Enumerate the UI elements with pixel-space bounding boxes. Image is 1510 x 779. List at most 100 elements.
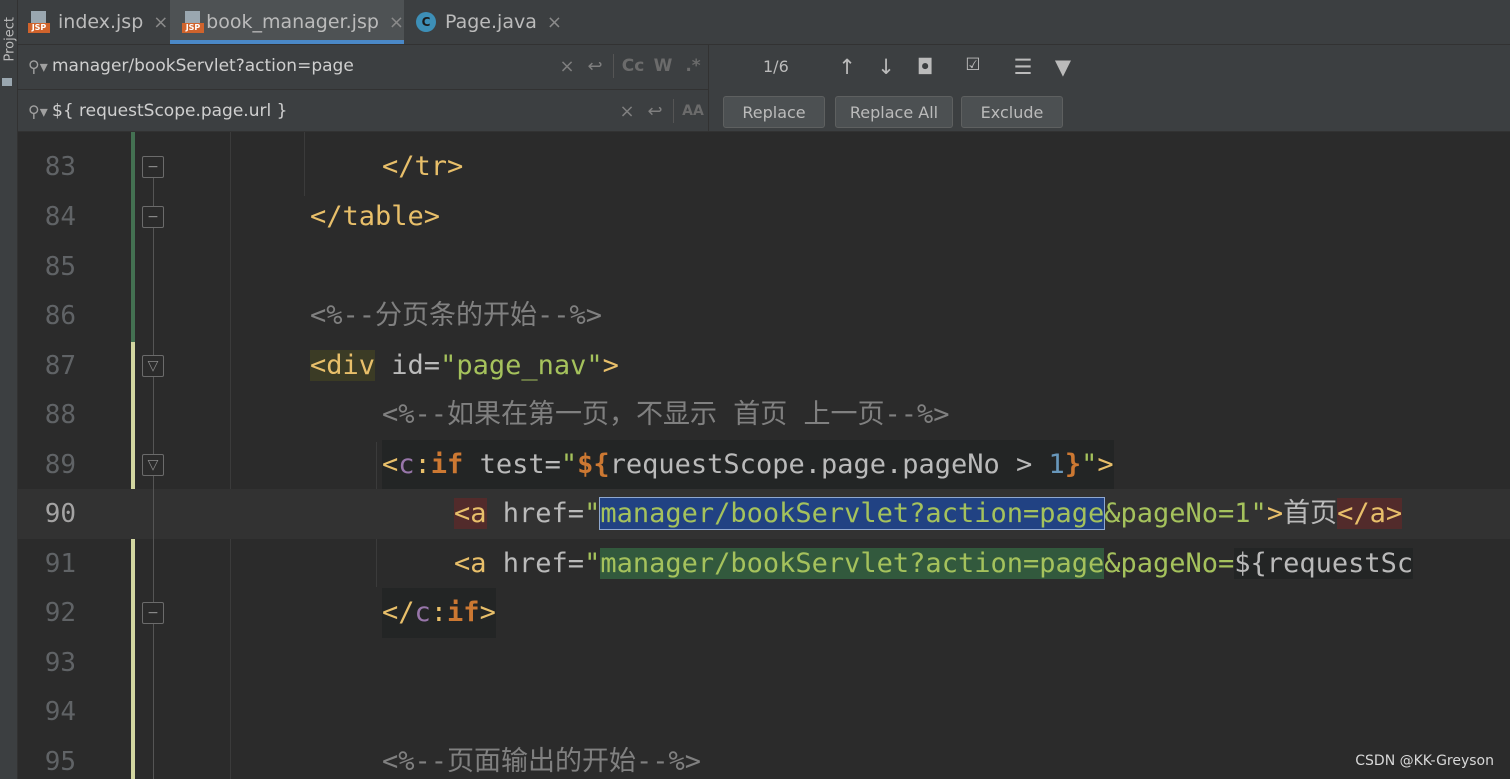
tag-namespace: c <box>414 597 431 628</box>
line-number: 90 <box>44 499 76 529</box>
next-occurrence-icon[interactable]: ↓ <box>873 55 899 79</box>
in-selection-icon[interactable]: ☑ <box>960 55 986 75</box>
fold-marker-icon[interactable]: − <box>142 602 164 624</box>
jsp-comment: <%--页面输出的开始--%> <box>382 746 702 777</box>
tag-name: if <box>447 597 480 628</box>
line-number: 94 <box>44 697 76 727</box>
line-number: 89 <box>44 450 76 480</box>
el-open: ${ <box>577 449 610 480</box>
preserve-case-toggle[interactable]: AA <box>678 103 708 119</box>
line-number: 88 <box>44 400 76 430</box>
words-toggle[interactable]: W <box>648 56 678 76</box>
line-number: 92 <box>44 598 76 628</box>
quote: " <box>584 548 601 579</box>
search-icon[interactable]: ⚲▾ <box>28 102 52 121</box>
jsp-file-icon: JSP <box>182 11 204 33</box>
match-case-toggle[interactable]: Cc <box>618 56 648 76</box>
code-line-89: 89 <c:if test="${requestScope.page.pageN… <box>18 440 1510 490</box>
divider <box>613 54 614 78</box>
search-icon[interactable]: ⚲▾ <box>28 57 52 76</box>
replace-button[interactable]: Replace <box>723 96 825 128</box>
quote: " <box>584 498 601 529</box>
new-line-icon[interactable]: ↩ <box>581 56 609 77</box>
current-search-match: manager/bookServlet?action=page <box>599 497 1106 530</box>
tag-a-open: <a <box>454 498 487 529</box>
clear-search-icon[interactable]: × <box>553 56 581 77</box>
tag-namespace: c <box>398 449 415 480</box>
el-expression: ${requestSc <box>1234 548 1414 579</box>
tab-index-jsp[interactable]: JSP index.jsp × <box>28 0 170 44</box>
line-number: 87 <box>44 351 76 381</box>
fold-marker-icon[interactable]: − <box>142 156 164 178</box>
fold-line <box>153 476 154 602</box>
attr-name: test= <box>463 449 561 480</box>
attr-value: "page_nav" <box>440 350 603 381</box>
code-line-95: 95 <%--页面输出的开始--%> <box>18 737 1510 779</box>
fold-marker-icon[interactable]: ▽ <box>142 454 164 476</box>
attr-value: &pageNo=1" <box>1104 498 1267 529</box>
tab-label: index.jsp <box>58 11 144 33</box>
code-line-91: 91 <a href="manager/bookServlet?action=p… <box>18 539 1510 589</box>
jsp-comment: <%--分页条的开始--%> <box>310 300 603 331</box>
replace-all-button[interactable]: Replace All <box>835 96 953 128</box>
fold-marker-icon[interactable]: − <box>142 206 164 228</box>
project-tool-strip[interactable]: Project <box>0 0 18 779</box>
code-line-88: 88 <%--如果在第一页，不显示 首页 上一页--%> <box>18 390 1510 440</box>
filter-icon[interactable]: ▼ <box>1050 55 1076 79</box>
folder-icon <box>2 78 12 86</box>
attr-name: href= <box>486 498 585 529</box>
code-editor[interactable]: 83 </tr> 84 </table> 85 86 <%--分页条的开始--%… <box>18 132 1510 779</box>
divider <box>708 45 709 131</box>
attr-value: &pageNo= <box>1104 548 1235 579</box>
tag-a-open: <a <box>454 548 487 579</box>
code-line-87: 87 <div id="page_nav"> <box>18 341 1510 391</box>
regex-toggle[interactable]: .* <box>678 56 708 76</box>
code-line-92: 92 </c:if> <box>18 588 1510 638</box>
find-replace-panel: ⚲▾ manager/bookServlet?action=page × ↩ C… <box>18 45 1510 132</box>
editor-tab-bar: JSP index.jsp × JSP book_manager.jsp × C… <box>18 0 1510 45</box>
filter-search-results-icon[interactable]: ☰ <box>1010 55 1036 79</box>
tag-bracket: > <box>479 597 496 628</box>
replace-input[interactable]: ${ requestScope.page.url } <box>52 101 613 121</box>
attr-name: id= <box>375 350 441 381</box>
clear-replace-icon[interactable]: × <box>613 101 641 122</box>
search-input[interactable]: manager/bookServlet?action=page <box>52 56 553 76</box>
tab-page-java[interactable]: C Page.java × <box>416 0 566 44</box>
jsp-comment: <%--如果在第一页，不显示 首页 上一页--%> <box>382 399 950 430</box>
tab-label: book_manager.jsp <box>206 11 379 33</box>
tab-book-manager-jsp[interactable]: JSP book_manager.jsp × <box>170 0 404 44</box>
code-line-84: 84 </table> <box>18 192 1510 242</box>
tag-name: if <box>430 449 464 480</box>
project-tool-label[interactable]: Project <box>3 17 18 61</box>
new-line-icon[interactable]: ↩ <box>641 101 669 122</box>
code-line-86: 86 <%--分页条的开始--%> <box>18 291 1510 341</box>
tag-div-open: <div <box>310 350 376 381</box>
jsp-file-icon: JSP <box>28 11 50 33</box>
previous-occurrence-icon[interactable]: ↑ <box>834 55 860 79</box>
tab-label: Page.java <box>445 11 537 33</box>
line-number: 83 <box>44 152 76 182</box>
tag-colon: : <box>430 597 448 628</box>
fold-line <box>153 624 154 779</box>
close-icon[interactable]: × <box>389 12 404 33</box>
close-icon[interactable]: × <box>153 12 168 33</box>
fold-line <box>153 178 154 206</box>
line-number: 95 <box>44 747 76 777</box>
select-all-occurrences-icon[interactable]: ◘ <box>912 55 938 79</box>
code-line-83: 83 </tr> <box>18 142 1510 192</box>
code-line-90-current: 90 <a href="manager/bookServlet?action=p… <box>18 489 1510 539</box>
fold-line <box>153 228 154 355</box>
divider <box>673 99 674 123</box>
quote: " <box>560 449 578 480</box>
fold-marker-icon[interactable]: ▽ <box>142 355 164 377</box>
tag-bracket: > <box>602 350 619 381</box>
quote: " <box>1081 449 1098 480</box>
search-match: manager/bookServlet?action=page <box>600 548 1105 579</box>
line-number: 85 <box>44 252 76 282</box>
tag-bracket: > <box>1097 449 1114 480</box>
close-icon[interactable]: × <box>547 12 562 33</box>
el-expression: requestScope.page.pageNo > <box>609 449 1049 480</box>
search-row: ⚲▾ manager/bookServlet?action=page × ↩ C… <box>18 45 708 87</box>
tag-close-table: </table> <box>310 201 441 232</box>
exclude-button[interactable]: Exclude <box>961 96 1063 128</box>
